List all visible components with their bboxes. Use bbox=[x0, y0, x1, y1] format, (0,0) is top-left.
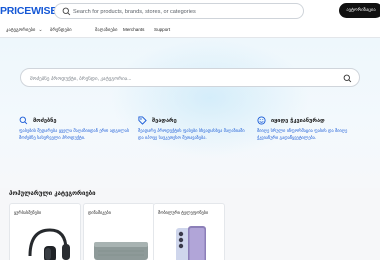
nav-brands[interactable]: ბრენდები bbox=[50, 27, 72, 33]
chevron-down-icon: ⌄ bbox=[38, 27, 43, 33]
headphones-image bbox=[28, 228, 70, 260]
popular-categories-title: პოპულარული კატეგორიები bbox=[9, 190, 96, 197]
smile-icon bbox=[257, 116, 266, 125]
search-icon[interactable] bbox=[343, 74, 352, 83]
hero-search-input[interactable] bbox=[30, 73, 330, 84]
hero-section: მოძებნე ფასების შედარება ყველა მაღაზიიდა… bbox=[0, 38, 380, 188]
search-icon bbox=[62, 7, 71, 16]
category-label: ყურსასმენები bbox=[14, 210, 42, 215]
nav-stores[interactable]: მაღაზიები bbox=[95, 27, 117, 33]
header-search-input[interactable] bbox=[73, 6, 298, 17]
nav-merchants[interactable]: Merchants bbox=[123, 27, 144, 32]
category-card-speakers[interactable]: დინამიკები bbox=[83, 203, 155, 260]
feature-description: მიიღე სრული ინფორმაცია ფასის და მიიღე ჭკ… bbox=[257, 129, 348, 141]
tag-icon bbox=[138, 116, 147, 125]
hero-search-bar[interactable] bbox=[20, 68, 360, 87]
feature-description: ფასების შედარება ყველა მაღაზიიდან ერთ ად… bbox=[19, 129, 130, 141]
feature-title: შეადარე bbox=[152, 117, 177, 124]
category-card-phones[interactable]: მობილური ტელეფონები bbox=[153, 203, 225, 260]
site-logo[interactable]: PRICEWISE bbox=[0, 5, 57, 17]
nav-categories-label: კატეგორიები bbox=[6, 27, 36, 32]
speaker-image bbox=[94, 242, 148, 260]
feature-search: მოძებნე ფასების შედარება ყველა მაღაზიიდა… bbox=[19, 116, 131, 142]
feature-description: შეადარე პროდუქტის ფასები სხვადასხვა მაღა… bbox=[138, 129, 245, 141]
nav-support[interactable]: Support bbox=[154, 27, 170, 32]
feature-title: იყიდე ჭკვიანურად bbox=[271, 117, 325, 124]
feature-title: მოძებნე bbox=[33, 117, 57, 124]
category-label: დინამიკები bbox=[88, 210, 111, 215]
nav-categories[interactable]: კატეგორიები ⌄ bbox=[6, 27, 43, 33]
signin-button[interactable]: ავტორიზაცია bbox=[339, 3, 380, 18]
header-search-bar[interactable] bbox=[54, 3, 304, 19]
category-card-headphones[interactable]: ყურსასმენები bbox=[9, 203, 81, 260]
smartphone-image bbox=[176, 226, 206, 260]
feature-buy-smart: იყიდე ჭკვიანურად მიიღე სრული ინფორმაცია … bbox=[257, 116, 369, 142]
top-header: PRICEWISE ავტორიზაცია bbox=[0, 0, 380, 24]
main-nav: კატეგორიები ⌄ ბრენდები მაღაზიები Merchant… bbox=[0, 24, 380, 38]
search-icon bbox=[19, 116, 28, 125]
category-label: მობილური ტელეფონები bbox=[158, 210, 209, 215]
feature-compare: შეადარე შეადარე პროდუქტის ფასები სხვადას… bbox=[138, 116, 250, 142]
